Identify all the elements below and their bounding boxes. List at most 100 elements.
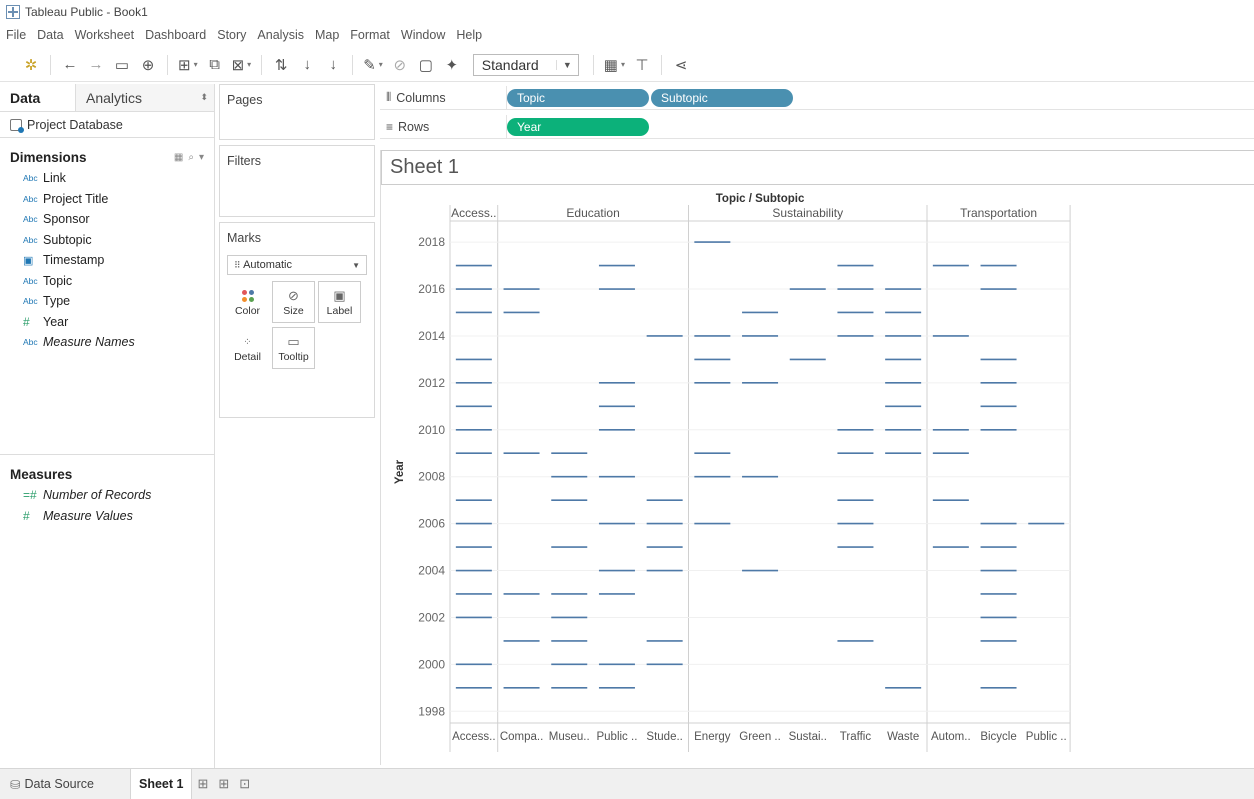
filters-card[interactable]: Filters [219,145,375,217]
menu-worksheet[interactable]: Worksheet [75,28,135,42]
columns-drop-zone[interactable]: Topic Subtopic [506,85,1254,110]
menu-caret-icon[interactable]: ▾ [199,152,204,163]
sheet-1-tab[interactable]: Sheet 1 [130,768,193,799]
measures-list: =# Number of Records # Measure Values [0,485,214,526]
menu-data[interactable]: Data [37,28,63,42]
field-year[interactable]: # Year [0,312,214,333]
fix-axes-icon[interactable]: ✦ [443,54,461,76]
data-source-tab[interactable]: ⛁ Data Source [0,769,130,799]
tab-data[interactable]: Data [0,84,76,111]
color-icon [241,287,254,305]
y-tick-label: 2008 [418,470,445,484]
highlight-icon[interactable]: ✎ ▾ [363,54,383,76]
pill-topic[interactable]: Topic [507,88,649,107]
subtopic-label: Public .. [596,731,637,743]
topic-header: Education [566,206,619,220]
mark-type-select[interactable]: ⠿ Automatic ▼ [227,255,367,275]
field-type[interactable]: Abc Type [0,291,214,312]
menu-bar: File Data Worksheet Dashboard Story Anal… [0,24,493,46]
save-icon[interactable]: ▭ [113,54,131,76]
new-worksheet-icon[interactable]: ⊞ ▾ [178,54,198,76]
size-button[interactable]: ⊘ Size [272,281,315,323]
dimensions-tools: ▦ ⌕ ▾ [174,152,204,163]
caret-icon: ⬍ [200,92,208,102]
subtopic-label: Autom.. [931,731,971,743]
data-pane-tabs: Data Analytics ⬍ [0,84,214,112]
new-data-source-icon[interactable]: ⊕ [139,54,157,76]
undo-icon[interactable]: ← [61,54,79,76]
datetime-type-icon: ▣ [23,254,34,267]
pill-subtopic[interactable]: Subtopic [651,88,793,107]
sort-descending-icon[interactable]: ↓ [324,54,342,76]
mark-type-value: ⠿ Automatic [234,259,293,271]
menu-window[interactable]: Window [401,28,445,42]
clear-sheet-icon[interactable]: ⊠ ▾ [232,54,252,76]
y-tick-label: 2006 [418,517,445,531]
detail-icon: ⁘ [243,336,252,348]
string-type-icon: Abc [23,296,38,307]
group-members-icon[interactable]: ⊘ [391,54,409,76]
field-subtopic[interactable]: Abc Subtopic [0,230,214,251]
pages-card[interactable]: Pages [219,84,375,140]
share-icon[interactable]: ⋖ [672,54,690,76]
menu-map[interactable]: Map [315,28,339,42]
topic-header: Access.. [451,206,496,220]
swap-rows-columns-icon[interactable]: ⇅ [272,54,290,76]
menu-help[interactable]: Help [456,28,482,42]
data-pane: Data Analytics ⬍ Project Database Dimens… [0,84,215,768]
sheet-tabs-bar: ⛁ Data Source Sheet 1 ⊞ ⊞ ⊡ [0,768,1254,799]
color-button[interactable]: Color [226,281,269,323]
tooltip-button[interactable]: ▭ Tooltip [272,327,315,369]
field-measure-values[interactable]: # Measure Values [0,506,214,527]
new-story-icon[interactable]: ⊡ [239,776,250,792]
datasource-item[interactable]: Project Database [0,112,214,138]
menu-story[interactable]: Story [217,28,246,42]
new-worksheet-icon[interactable]: ⊞ [197,776,208,792]
subtopic-label: Access.. [452,731,495,743]
menu-dashboard[interactable]: Dashboard [145,28,206,42]
menu-analysis[interactable]: Analysis [257,28,304,42]
field-sponsor[interactable]: Abc Sponsor [0,209,214,230]
show-mark-labels-icon[interactable]: ▢ [417,54,435,76]
filters-title: Filters [227,154,262,168]
subtopic-label: Energy [694,731,731,743]
field-timestamp[interactable]: ▣ Timestamp [0,250,214,271]
y-tick-label: 2018 [418,235,445,249]
field-project-title[interactable]: Abc Project Title [0,189,214,210]
show-cards-icon[interactable]: ▦ ▾ [604,54,625,76]
tableau-home-icon[interactable]: ✲ [22,54,40,76]
columns-shelf-label: ⦀ Columns [386,90,446,105]
menu-format[interactable]: Format [350,28,390,42]
number-type-icon: # [23,314,30,329]
search-icon[interactable]: ⌕ [188,152,194,163]
field-topic[interactable]: Abc Topic [0,271,214,292]
subtopic-label: Sustai.. [789,731,827,743]
view-mode-icon[interactable]: ▦ [174,152,183,163]
presentation-mode-icon[interactable]: ⊤ [633,54,651,76]
fit-select[interactable]: Standard ▼ [472,53,579,76]
fit-select-value: Standard [481,56,539,73]
topic-header: Sustainability [772,206,843,220]
marks-card: Marks ⠿ Automatic ▼ Color ⊘ Size ▣ Label [219,222,375,418]
detail-button[interactable]: ⁘ Detail [226,327,269,369]
new-dashboard-icon[interactable]: ⊞ [218,776,229,792]
calculated-number-icon: =# [23,488,37,503]
redo-icon[interactable]: → [87,54,105,76]
tab-analytics[interactable]: Analytics ⬍ [76,84,214,111]
measures-section: Measures =# Number of Records # Measure Va… [0,454,214,526]
field-link[interactable]: Abc Link [0,168,214,189]
sort-ascending-icon[interactable]: ↓ [298,54,316,76]
field-measure-names[interactable]: Abc Measure Names [0,332,214,353]
field-number-of-records[interactable]: =# Number of Records [0,485,214,506]
subtopic-label: Bicycle [980,731,1016,743]
subtopic-label: Public .. [1026,731,1067,743]
y-tick-label: 2002 [418,610,445,624]
chevron-down-icon: ▼ [352,260,360,270]
subtopic-label: Traffic [840,731,872,743]
menu-file[interactable]: File [6,28,26,42]
column-header-title: Topic / Subtopic [716,193,805,205]
duplicate-sheet-icon[interactable]: ⧉ [206,54,224,76]
label-button[interactable]: ▣ Label [318,281,361,323]
pill-year[interactable]: Year [507,117,649,136]
rows-drop-zone[interactable]: Year [506,114,1254,139]
